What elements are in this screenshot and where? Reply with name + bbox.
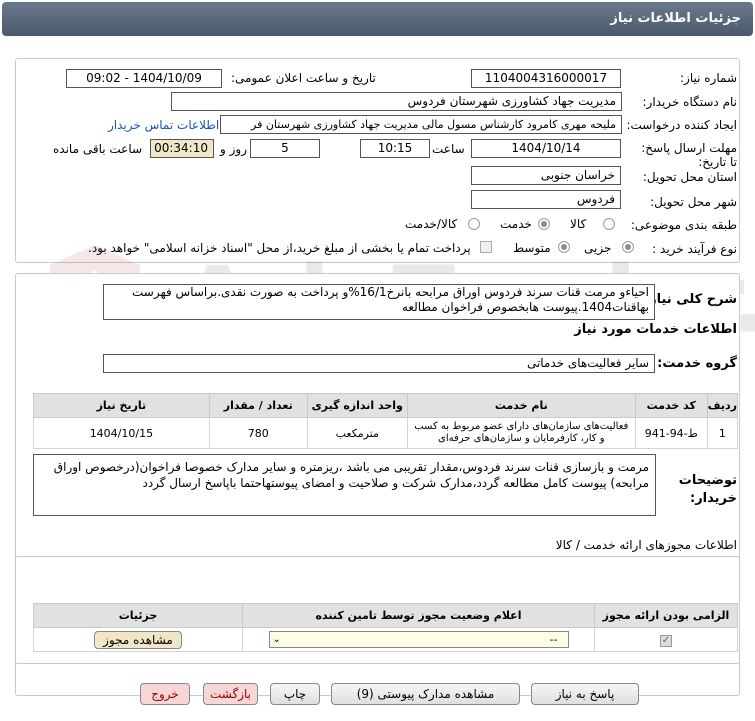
need-number-label: شماره نیاز: — [680, 71, 737, 85]
view-attachments-button[interactable]: مشاهده مدارک پیوستی (9) — [331, 683, 520, 705]
city-label: شهر محل تحویل: — [650, 195, 737, 209]
services-table: ردیف کد خدمت نام خدمت واحد اندازه گیری ت… — [33, 393, 739, 449]
buyer-notes-text: مرمت و بازسازی قنات سرند فردوس،مقدار تقر… — [33, 454, 656, 516]
window-title-bar: جزئیات اطلاعات نیاز — [2, 2, 753, 36]
print-button[interactable]: چاپ — [270, 683, 320, 705]
need-number-field: 1104004316000017 — [471, 69, 621, 88]
col-row: ردیف — [706, 393, 739, 418]
days-remaining-field: 5 — [250, 139, 320, 158]
process-label: نوع فرآیند خرید : — [652, 242, 737, 256]
cell-row: 1 — [706, 417, 739, 449]
process-option-medium: متوسط — [513, 241, 551, 255]
permit-required-checkbox[interactable] — [660, 634, 672, 647]
table-row: 1 ط-94-941 فعالیت‌های سازمان‌های دارای ع… — [33, 417, 739, 449]
buyer-org-field: مدیریت جهاد کشاورزی شهرستان فردوس — [171, 92, 622, 111]
permits-section-title: اطلاعات مجوزهای ارائه خدمت / کالا — [555, 538, 737, 552]
announce-label: تاریخ و ساعت اعلان عمومی: — [231, 71, 376, 85]
permit-details-cell: مشاهده مجوز — [33, 627, 243, 652]
buyer-org-label: نام دستگاه خریدار: — [642, 95, 738, 109]
announce-field: 1404/10/09 - 09:02 — [66, 69, 222, 88]
category-radio-goods[interactable] — [603, 218, 615, 230]
creator-field: ملیحه مهری کامرود کارشناس مسول مالی مدیر… — [220, 115, 622, 134]
cell-date: 1404/10/15 — [33, 417, 210, 449]
back-button[interactable]: بازگشت — [203, 683, 258, 705]
category-radio-service[interactable] — [538, 218, 550, 230]
deadline-time-field: 10:15 — [360, 139, 430, 158]
services-table-wrap: ردیف کد خدمت نام خدمت واحد اندازه گیری ت… — [33, 393, 739, 449]
permit-status-cell: ⌄ -- — [242, 627, 595, 652]
remaining-time-label: ساعت باقی مانده — [53, 142, 143, 156]
category-label: طبقه بندی موضوعی: — [630, 218, 737, 232]
treasury-payment-note: پرداخت تمام یا بخشی از مبلغ خرید،از محل … — [88, 241, 471, 255]
permits-table: الزامی بودن ارائه مجوز اعلام وضعیت مجوز … — [33, 603, 738, 652]
table-row: ⌄ -- مشاهده مجوز — [33, 627, 738, 652]
province-field: خراسان جنوبی — [471, 166, 621, 185]
need-info-panel — [15, 58, 740, 263]
category-radio-goods-service[interactable] — [468, 218, 480, 230]
window-title: جزئیات اطلاعات نیاز — [610, 11, 741, 26]
deadline-label: مهلت ارسال پاسخ: تا تاریخ: — [641, 141, 737, 169]
creator-label: ایجاد کننده درخواست: — [626, 118, 737, 132]
city-field: فردوس — [471, 190, 621, 209]
days-label: روز و — [220, 142, 247, 156]
deadline-time-label: ساعت — [432, 142, 465, 156]
cell-code: ط-94-941 — [634, 417, 708, 449]
col-unit: واحد اندازه گیری — [306, 393, 408, 418]
treasury-payment-checkbox[interactable] — [480, 241, 492, 253]
reply-button[interactable]: پاسخ به نیاز — [531, 683, 639, 705]
cell-name: فعالیت‌های سازمان‌های دارای عضو مربوط به… — [406, 417, 636, 449]
process-radio-medium[interactable] — [558, 241, 570, 253]
province-label: استان محل تحویل: — [642, 170, 737, 184]
description-label: شرح کلی نیاز: — [643, 292, 737, 307]
col-date: تاریخ نیاز — [33, 393, 210, 418]
remaining-time-field: 00:34:10 — [150, 139, 214, 158]
view-permit-button[interactable]: مشاهده مجوز — [94, 630, 182, 649]
process-radio-minor[interactable] — [622, 241, 634, 253]
buyer-notes-label: توضیحات خریدار: — [678, 473, 737, 506]
cell-unit: مترمکعب — [306, 417, 408, 449]
col-qty: تعداد / مقدار — [208, 393, 308, 418]
exit-button[interactable]: خروج — [140, 683, 190, 705]
category-option-goods-service: کالا/خدمت — [405, 217, 458, 231]
col-permit-status: اعلام وضعیت مجوز توسط تامین کننده — [242, 603, 595, 628]
category-option-service: خدمت — [500, 217, 532, 231]
permit-status-value: -- — [549, 633, 558, 646]
col-permit-details: جزئیات — [33, 603, 243, 628]
process-option-minor: جزیی — [584, 241, 612, 255]
service-group-label: گروه خدمت: — [657, 356, 737, 371]
services-section-title: اطلاعات خدمات مورد نیاز — [574, 322, 737, 337]
cell-qty: 780 — [208, 417, 308, 449]
deadline-date-field: 1404/10/14 — [471, 139, 621, 158]
permits-table-wrap: الزامی بودن ارائه مجوز اعلام وضعیت مجوز … — [33, 603, 738, 652]
chevron-down-icon: ⌄ — [272, 634, 281, 645]
description-text: احیاءو مرمت قنات سرند فردوس اوراق مرابحه… — [103, 284, 655, 320]
col-name: نام خدمت — [406, 393, 636, 418]
col-code: کد خدمت — [634, 393, 708, 418]
service-group-field: سایر فعالیت‌های خدماتی — [103, 354, 655, 373]
col-permit-required: الزامی بودن ارائه مجوز — [594, 603, 738, 628]
contact-buyer-link[interactable]: اطلاعات تماس خریدار — [108, 118, 219, 132]
permit-status-select[interactable]: ⌄ -- — [268, 631, 569, 648]
permit-required-cell — [594, 627, 738, 652]
category-option-goods: کالا — [570, 217, 587, 231]
